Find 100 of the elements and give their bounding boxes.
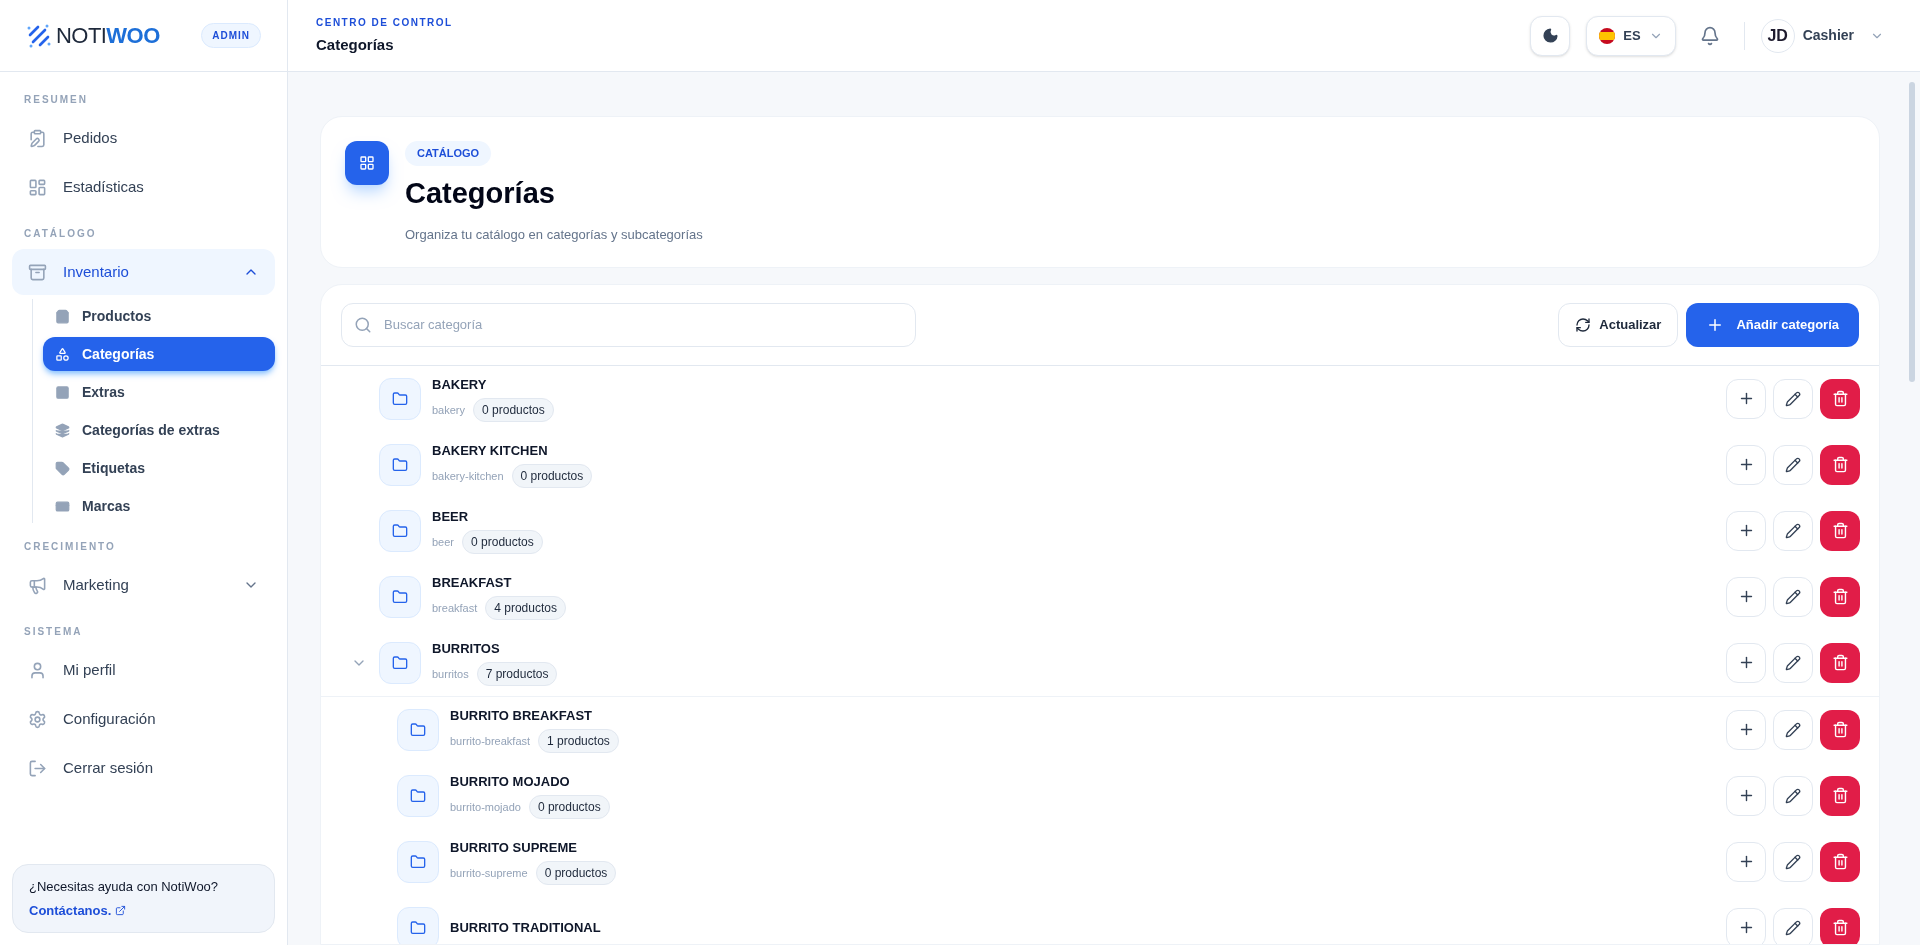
category-name: BEER bbox=[432, 507, 470, 526]
moon-icon bbox=[1541, 27, 1559, 44]
theme-toggle[interactable] bbox=[1530, 15, 1571, 56]
delete-button[interactable] bbox=[1820, 841, 1860, 882]
language-select[interactable]: ES bbox=[1586, 15, 1676, 56]
section-heading: SISTEMA bbox=[23, 625, 84, 639]
product-count-badge: 0 productos bbox=[528, 795, 610, 820]
sidebar-item[interactable]: Estadísticas bbox=[12, 164, 275, 210]
pencil-icon bbox=[1785, 456, 1801, 473]
sidebar-item[interactable]: Cerrar sesión bbox=[12, 745, 275, 791]
category-name: BURRITO SUPREME bbox=[450, 838, 578, 857]
search-input[interactable]: Buscar categoría bbox=[384, 314, 903, 335]
pencil-icon bbox=[1785, 588, 1801, 605]
pencil-icon bbox=[1785, 853, 1801, 870]
catalog-badge: CATÁLOGO bbox=[405, 141, 492, 166]
refresh-button[interactable]: Actualizar bbox=[1558, 302, 1679, 347]
sidebar-item[interactable]: Extras bbox=[43, 375, 275, 409]
pencil-icon bbox=[1785, 787, 1801, 804]
trash-icon bbox=[1831, 787, 1849, 804]
add-category-button[interactable]: Añadir categoría bbox=[1686, 302, 1859, 347]
category-name: BAKERY bbox=[432, 375, 488, 394]
header-title: Categorías bbox=[316, 34, 395, 55]
folder-icon bbox=[392, 654, 408, 671]
sidebar-item[interactable]: Categorías bbox=[43, 337, 275, 371]
product-count-badge: 0 productos bbox=[473, 398, 554, 423]
shapes-icon bbox=[55, 346, 70, 362]
external-link-icon bbox=[115, 904, 127, 916]
notification-bell-icon[interactable] bbox=[1699, 25, 1720, 46]
sidebar-item[interactable]: Pedidos bbox=[12, 115, 275, 161]
sidebar-item[interactable]: Inventario bbox=[12, 249, 275, 295]
edit-button[interactable] bbox=[1773, 907, 1813, 944]
trash-icon bbox=[1831, 853, 1849, 870]
edit-button[interactable] bbox=[1773, 378, 1813, 419]
folder-icon bbox=[392, 522, 408, 539]
trash-icon bbox=[1831, 390, 1849, 407]
product-count-badge: 0 productos bbox=[535, 861, 617, 886]
pencil-icon bbox=[1785, 654, 1801, 671]
section-heading: CATÁLOGO bbox=[23, 226, 98, 241]
category-slug: beer bbox=[432, 535, 455, 550]
category-name: BAKERY KITCHEN bbox=[432, 441, 549, 460]
folder-icon bbox=[392, 390, 408, 407]
contact-link[interactable]: Contáctanos. bbox=[29, 900, 258, 920]
sidebar-item[interactable]: Marketing bbox=[12, 562, 275, 608]
trash-icon bbox=[1831, 588, 1849, 605]
user-avatar: JD bbox=[1760, 18, 1795, 53]
search-field[interactable]: Buscar categoría bbox=[341, 302, 916, 347]
sidebar-item[interactable]: Configuración bbox=[12, 696, 275, 742]
header-overline: CENTRO DE CONTROL bbox=[316, 15, 453, 30]
category-name: BURRITOS bbox=[432, 639, 501, 658]
delete-button[interactable] bbox=[1820, 907, 1860, 944]
trash-icon bbox=[1831, 456, 1849, 473]
sidebar-item[interactable]: Categorías de extras bbox=[43, 413, 275, 447]
edit-button[interactable] bbox=[1773, 642, 1813, 683]
delete-button[interactable] bbox=[1820, 378, 1860, 419]
category-slug: bakery bbox=[432, 403, 466, 418]
user-menu[interactable]: JD Cashier bbox=[1760, 18, 1884, 53]
pencil-icon bbox=[1785, 522, 1801, 539]
folder-icon bbox=[410, 919, 426, 936]
category-name: BREAKFAST bbox=[432, 573, 513, 592]
delete-button[interactable] bbox=[1820, 576, 1860, 617]
megaphone-icon bbox=[28, 575, 47, 595]
settings-icon bbox=[28, 709, 47, 729]
delete-button[interactable] bbox=[1820, 510, 1860, 551]
folder-icon bbox=[410, 853, 426, 870]
folder-icon bbox=[410, 721, 426, 738]
archive-box-icon bbox=[28, 262, 47, 282]
edit-button[interactable] bbox=[1773, 709, 1813, 750]
delete-button[interactable] bbox=[1820, 775, 1860, 816]
folder-icon bbox=[410, 787, 426, 804]
delete-button[interactable] bbox=[1820, 642, 1860, 683]
sidebar-item[interactable]: Mi perfil bbox=[12, 647, 275, 693]
pencil-icon bbox=[1785, 919, 1801, 936]
logo-icon bbox=[26, 22, 52, 49]
trash-icon bbox=[1831, 654, 1849, 671]
category-slug: breakfast bbox=[432, 601, 478, 616]
edit-button[interactable] bbox=[1773, 841, 1813, 882]
page-subtitle: Organiza tu catálogo en categorías y subcategorías bbox=[405, 226, 703, 244]
category-slug: burrito-breakfast bbox=[450, 734, 531, 749]
admin-badge: ADMIN bbox=[201, 23, 261, 48]
logout-icon bbox=[28, 758, 47, 778]
delete-button[interactable] bbox=[1820, 444, 1860, 485]
sidebar-item[interactable]: Marcas bbox=[43, 489, 275, 523]
edit-button[interactable] bbox=[1773, 510, 1813, 551]
delete-button[interactable] bbox=[1820, 709, 1860, 750]
edit-button[interactable] bbox=[1773, 576, 1813, 617]
edit-button[interactable] bbox=[1773, 775, 1813, 816]
grid-icon bbox=[359, 155, 375, 171]
product-count-badge: 7 productos bbox=[476, 662, 558, 687]
sidebar-item[interactable]: Etiquetas bbox=[43, 451, 275, 485]
category-name: BURRITO MOJADO bbox=[450, 772, 571, 791]
sidebar-item[interactable]: Productos bbox=[43, 299, 275, 333]
category-name: BURRITO TRADITIONAL bbox=[450, 918, 602, 937]
brand-name: NOTIWOO bbox=[56, 22, 160, 50]
category-slug: burrito-mojado bbox=[450, 800, 521, 815]
flag-icon bbox=[1599, 27, 1616, 44]
product-count-badge: 0 productos bbox=[462, 530, 543, 555]
edit-button[interactable] bbox=[1773, 444, 1813, 485]
clipboard-icon bbox=[28, 128, 47, 148]
category-name: BURRITO BREAKFAST bbox=[450, 706, 594, 725]
page-title: Categorías bbox=[405, 175, 555, 211]
